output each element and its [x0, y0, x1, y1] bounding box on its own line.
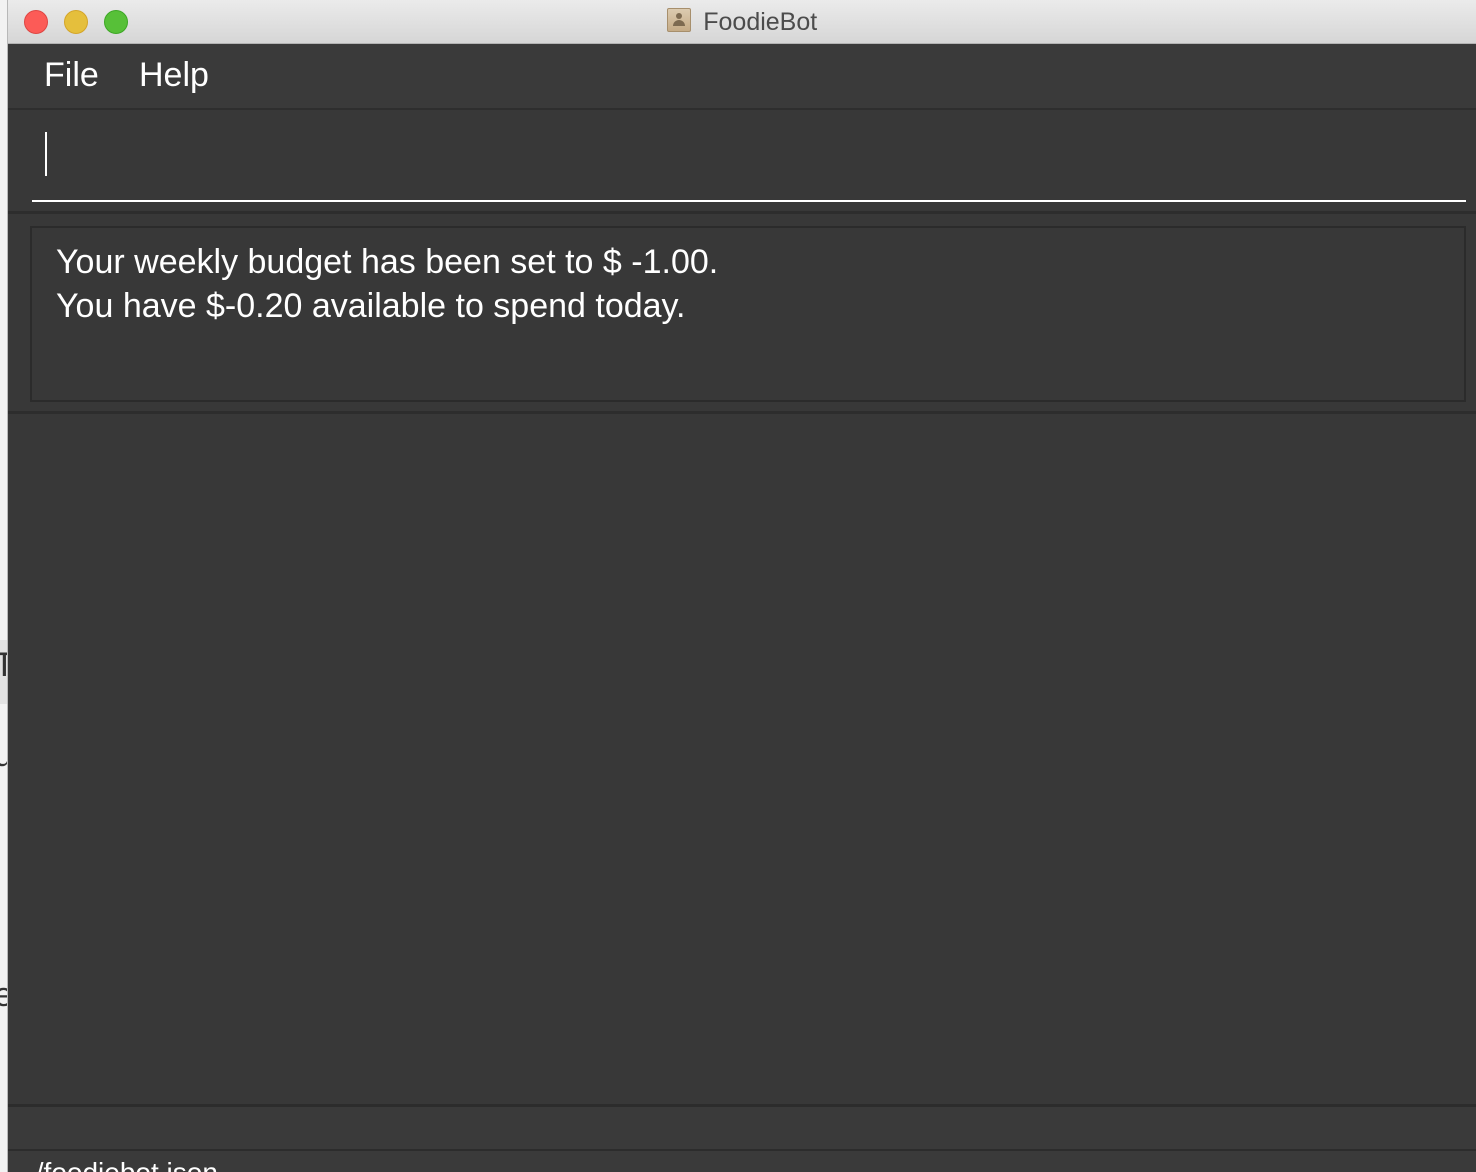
text-cursor	[45, 132, 47, 176]
desktop: i T u e FoodieBot File Help Your weekly …	[0, 0, 1476, 1172]
list-panel	[8, 414, 1476, 1104]
title-bar[interactable]: FoodieBot	[8, 0, 1476, 44]
command-box-panel	[8, 110, 1476, 214]
result-line-budget: Your weekly budget has been set to $ -1.…	[56, 243, 719, 281]
close-window-button[interactable]	[24, 10, 48, 34]
status-bar: ./foodiebot.json	[8, 1104, 1476, 1172]
result-line-available: You have $-0.20 available to spend today…	[56, 287, 686, 325]
menu-file[interactable]: File	[44, 56, 99, 95]
status-divider	[8, 1149, 1476, 1151]
result-display-panel: Your weekly budget has been set to $ -1.…	[8, 214, 1476, 414]
window-title: FoodieBot	[8, 0, 1476, 44]
app-document-icon	[666, 8, 691, 32]
result-display: Your weekly budget has been set to $ -1.…	[30, 226, 1466, 402]
menu-help[interactable]: Help	[139, 56, 209, 95]
app-window: FoodieBot File Help Your weekly budget h…	[8, 0, 1476, 1172]
command-input[interactable]	[32, 122, 1466, 202]
minimize-window-button[interactable]	[64, 10, 88, 34]
menu-bar: File Help	[8, 44, 1476, 110]
save-location-text: ./foodiebot.json	[28, 1157, 218, 1172]
maximize-window-button[interactable]	[104, 10, 128, 34]
window-title-text: FoodieBot	[703, 8, 818, 36]
